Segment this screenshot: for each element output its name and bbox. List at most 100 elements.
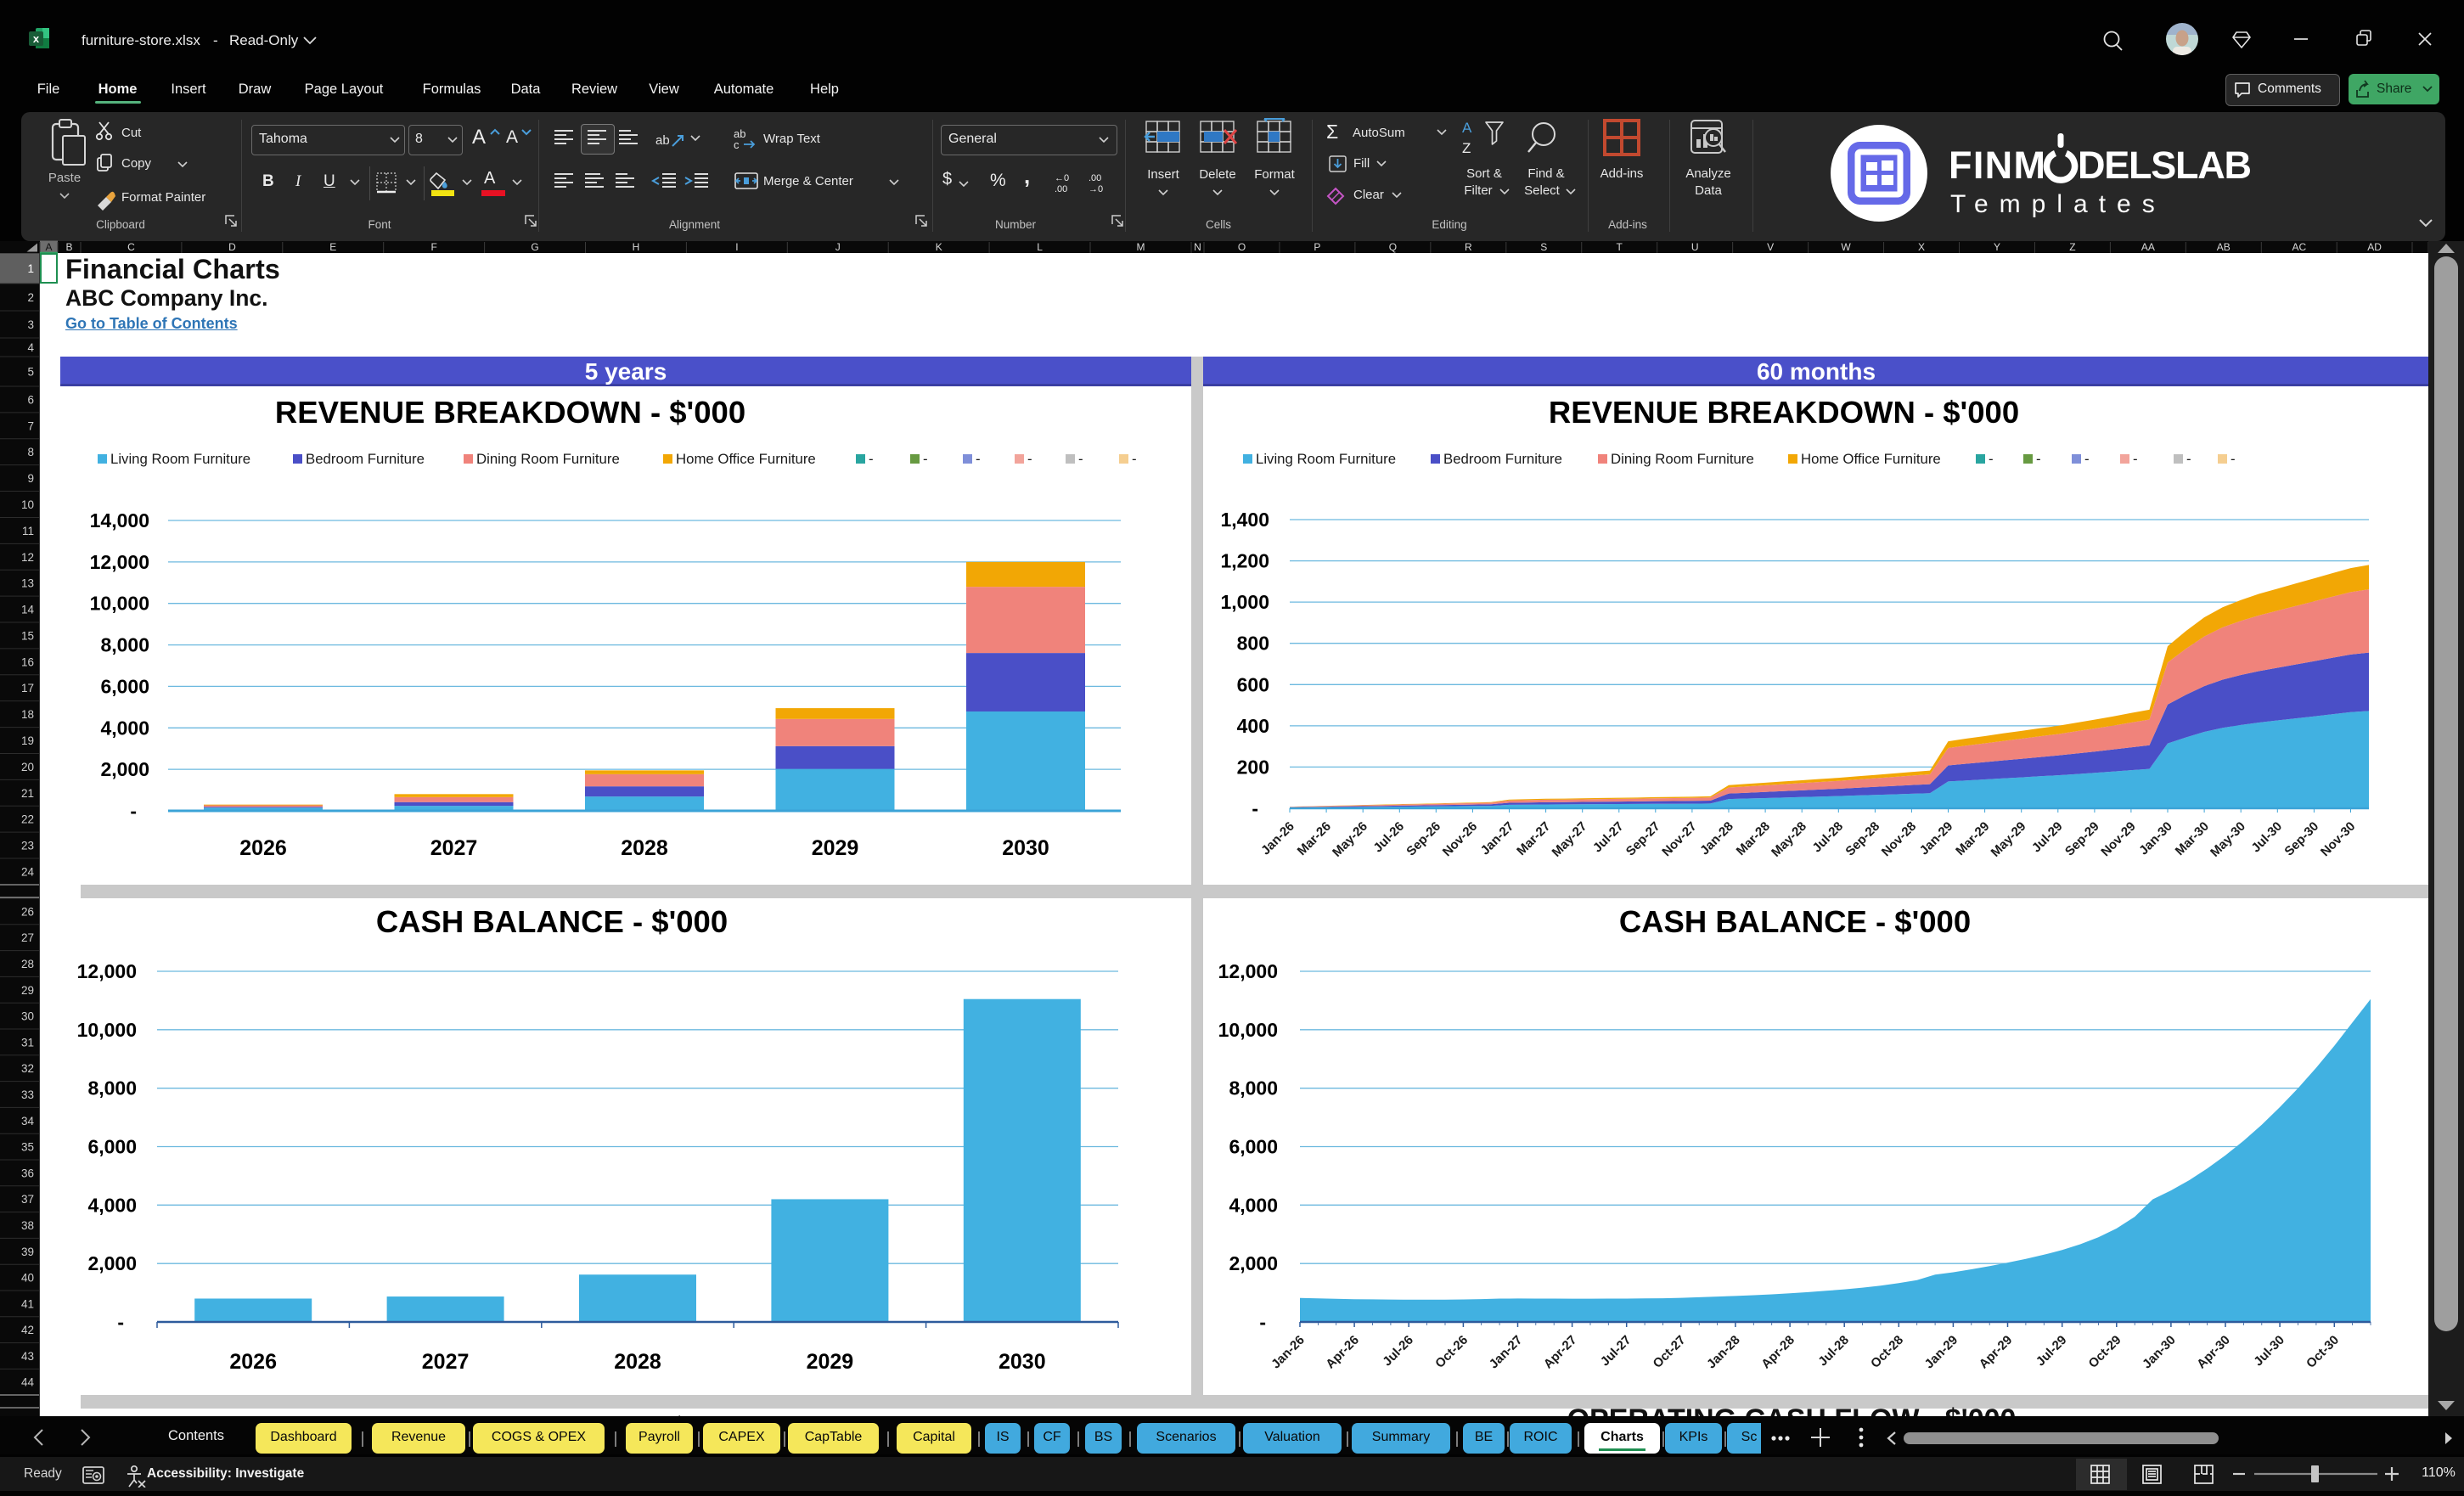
svg-text:2,000: 2,000 (1229, 1252, 1278, 1274)
svg-text:Mar-29: Mar-29 (1953, 819, 1992, 858)
svg-text:8,000: 8,000 (100, 634, 149, 656)
svg-text:CASH BALANCE - $'000: CASH BALANCE - $'000 (1619, 904, 1971, 939)
svg-text:Jan-30: Jan-30 (2136, 819, 2175, 858)
svg-text:Mar-28: Mar-28 (1734, 819, 1773, 858)
svg-text:Nov-30: Nov-30 (2318, 819, 2358, 859)
svg-text:REVENUE BREAKDOWN - $'000: REVENUE BREAKDOWN - $'000 (275, 395, 745, 430)
svg-text:-: - (976, 451, 981, 467)
svg-text:Dining Room Furniture: Dining Room Furniture (1611, 451, 1754, 467)
svg-text:2026: 2026 (229, 1350, 277, 1374)
svg-text:CASH BALANCE - $'000: CASH BALANCE - $'000 (376, 904, 728, 939)
svg-text:-: - (1132, 451, 1137, 467)
svg-text:-: - (2133, 451, 2138, 467)
svg-text:2029: 2029 (807, 1350, 854, 1374)
svg-text:8,000: 8,000 (1229, 1077, 1278, 1100)
svg-text:1,000: 1,000 (1220, 591, 1269, 613)
svg-text:May-28: May-28 (1769, 819, 1809, 860)
svg-text:Home Office Furniture: Home Office Furniture (676, 451, 816, 467)
svg-text:4,000: 4,000 (100, 717, 149, 739)
svg-text:Jul-30: Jul-30 (2248, 819, 2285, 856)
svg-text:Nov-26: Nov-26 (1440, 819, 1480, 859)
svg-text:Jul-29: Jul-29 (2029, 819, 2066, 856)
svg-text:1,200: 1,200 (1220, 550, 1269, 572)
svg-text:Apr-28: Apr-28 (1758, 1333, 1797, 1372)
svg-text:2027: 2027 (422, 1350, 470, 1374)
svg-text:May-26: May-26 (1330, 819, 1370, 860)
svg-text:-: - (923, 451, 928, 467)
svg-text:Sep-28: Sep-28 (1842, 819, 1882, 859)
svg-text:Nov-28: Nov-28 (1879, 819, 1919, 859)
svg-text:Bedroom Furniture: Bedroom Furniture (1443, 451, 1562, 467)
svg-text:6,000: 6,000 (87, 1136, 137, 1158)
svg-text:-: - (130, 800, 137, 822)
svg-text:10,000: 10,000 (77, 1019, 137, 1041)
svg-text:Oct-27: Oct-27 (1651, 1333, 1689, 1371)
svg-text:May-27: May-27 (1550, 819, 1590, 860)
svg-text:1,400: 1,400 (1220, 509, 1269, 531)
svg-text:4,000: 4,000 (87, 1194, 137, 1216)
svg-text:Jan-27: Jan-27 (1478, 819, 1517, 858)
svg-text:-: - (1259, 1311, 1266, 1333)
svg-text:Jan-27: Jan-27 (1487, 1333, 1526, 1372)
svg-text:6,000: 6,000 (100, 675, 149, 697)
svg-text:2029: 2029 (812, 836, 859, 860)
svg-text:Mar-30: Mar-30 (2173, 819, 2212, 858)
svg-text:Nov-27: Nov-27 (1659, 819, 1699, 859)
svg-text:Sep-30: Sep-30 (2281, 819, 2321, 859)
svg-text:Jan-28: Jan-28 (1704, 1333, 1743, 1372)
svg-text:-: - (2084, 451, 2090, 467)
svg-text:Home Office Furniture: Home Office Furniture (1801, 451, 1941, 467)
svg-text:2,000: 2,000 (100, 758, 149, 780)
svg-text:800: 800 (1237, 633, 1269, 655)
svg-text:Oct-28: Oct-28 (1868, 1333, 1906, 1371)
svg-text:Jan-28: Jan-28 (1697, 819, 1736, 858)
svg-text:10,000: 10,000 (1218, 1019, 1278, 1041)
svg-text:10,000: 10,000 (90, 593, 149, 615)
svg-text:Living Room Furniture: Living Room Furniture (1256, 451, 1396, 467)
svg-text:2026: 2026 (239, 836, 287, 860)
svg-text:2030: 2030 (999, 1350, 1046, 1374)
svg-text:-: - (117, 1311, 124, 1333)
svg-text:Jan-26: Jan-26 (1269, 1333, 1308, 1372)
svg-text:Jul-28: Jul-28 (1815, 1333, 1852, 1369)
svg-text:8,000: 8,000 (87, 1077, 137, 1100)
svg-text:Dining Room Furniture: Dining Room Furniture (476, 451, 620, 467)
svg-text:Bedroom Furniture: Bedroom Furniture (306, 451, 425, 467)
svg-text:Oct-26: Oct-26 (1432, 1333, 1471, 1371)
svg-text:Jan-30: Jan-30 (2140, 1333, 2179, 1372)
svg-text:Jan-26: Jan-26 (1258, 819, 1297, 858)
svg-text:-: - (1078, 451, 1083, 467)
svg-text:600: 600 (1237, 673, 1269, 695)
svg-text:14,000: 14,000 (90, 509, 149, 531)
svg-text:Jan-29: Jan-29 (1917, 819, 1956, 858)
svg-text:Nov-29: Nov-29 (2098, 819, 2138, 859)
svg-text:Jan-29: Jan-29 (1922, 1333, 1961, 1372)
svg-text:Jul-30: Jul-30 (2251, 1333, 2287, 1369)
svg-text:12,000: 12,000 (1218, 960, 1278, 982)
svg-text:Jul-28: Jul-28 (1809, 819, 1846, 856)
svg-text:200: 200 (1237, 756, 1269, 778)
svg-text:May-29: May-29 (1989, 819, 2029, 860)
svg-text:Apr-30: Apr-30 (2194, 1333, 2233, 1372)
svg-text:2,000: 2,000 (87, 1252, 137, 1274)
svg-text:6,000: 6,000 (1229, 1136, 1278, 1158)
svg-text:12,000: 12,000 (77, 960, 137, 982)
svg-text:Sep-27: Sep-27 (1623, 819, 1663, 859)
svg-text:4,000: 4,000 (1229, 1194, 1278, 1216)
svg-text:2028: 2028 (614, 1350, 661, 1374)
svg-text:400: 400 (1237, 715, 1269, 737)
svg-text:Jul-27: Jul-27 (1590, 819, 1627, 856)
svg-text:Jul-29: Jul-29 (2034, 1333, 2070, 1369)
svg-text:-: - (2231, 451, 2236, 467)
svg-text:-: - (1252, 797, 1258, 819)
svg-text:2027: 2027 (430, 836, 478, 860)
svg-text:12,000: 12,000 (90, 551, 149, 573)
svg-text:Apr-27: Apr-27 (1541, 1333, 1580, 1372)
svg-text:Living Room Furniture: Living Room Furniture (110, 451, 250, 467)
svg-text:May-30: May-30 (2208, 819, 2248, 860)
svg-text:Sep-29: Sep-29 (2062, 819, 2102, 859)
svg-text:Oct-29: Oct-29 (2086, 1333, 2124, 1371)
svg-text:-: - (2036, 451, 2041, 467)
svg-text:Mar-27: Mar-27 (1514, 819, 1553, 858)
svg-text:Oct-30: Oct-30 (2304, 1333, 2342, 1371)
